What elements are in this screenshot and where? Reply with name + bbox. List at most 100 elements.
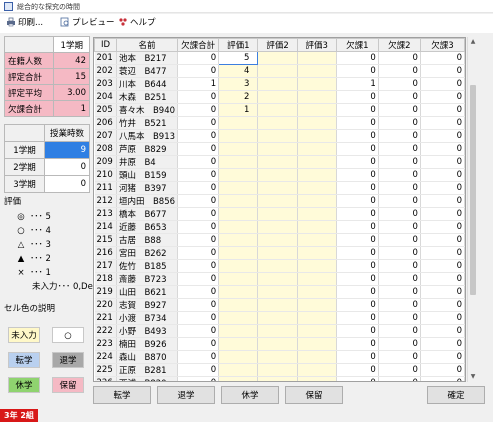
confirm-button[interactable]: 確定 xyxy=(427,386,485,404)
eval3-cell[interactable] xyxy=(297,155,337,169)
table-row[interactable]: 225 正原 B281 0 0 0 0 xyxy=(94,363,465,377)
print-menu-item[interactable]: 印刷... xyxy=(6,17,43,30)
eval1-cell[interactable] xyxy=(218,363,259,377)
eval3-cell[interactable] xyxy=(297,77,337,91)
table-row[interactable]: 214 近藤 B653 0 0 0 0 xyxy=(94,220,465,234)
eval3-cell[interactable] xyxy=(297,233,337,247)
eval2-cell[interactable] xyxy=(257,246,298,260)
table-row[interactable]: 215 古居 B88 0 0 0 0 xyxy=(94,233,465,247)
scrollbar-thumb[interactable] xyxy=(470,85,476,295)
term-hours-cell[interactable]: 9 xyxy=(44,141,90,159)
column-header[interactable]: 評価1 xyxy=(218,38,259,52)
eval3-cell[interactable] xyxy=(297,168,337,182)
table-row[interactable]: 223 楠田 B926 0 0 0 0 xyxy=(94,337,465,351)
term-hours-cell[interactable]: 0 xyxy=(44,175,90,193)
table-row[interactable]: 220 志賀 B927 0 0 0 0 xyxy=(94,298,465,312)
column-header[interactable]: ID xyxy=(94,38,117,52)
term-hours-cell[interactable]: 0 xyxy=(44,158,90,176)
eval1-cell[interactable] xyxy=(218,259,259,273)
table-row[interactable]: 201 池本 B217 0 5 0 0 0 xyxy=(94,51,465,65)
eval1-cell[interactable] xyxy=(218,272,259,286)
eval1-cell[interactable] xyxy=(218,220,259,234)
eval2-cell[interactable] xyxy=(257,350,298,364)
eval2-cell[interactable] xyxy=(257,207,298,221)
eval2-cell[interactable] xyxy=(257,90,298,104)
column-header[interactable]: 欠課3 xyxy=(419,38,465,52)
eval1-cell[interactable]: 4 xyxy=(218,64,259,78)
eval3-cell[interactable] xyxy=(297,51,337,65)
table-row[interactable]: 210 頭山 B159 0 0 0 0 xyxy=(94,168,465,182)
eval3-cell[interactable] xyxy=(297,259,337,273)
eval3-cell[interactable] xyxy=(297,298,337,312)
eval3-cell[interactable] xyxy=(297,324,337,338)
column-header[interactable]: 評価2 xyxy=(257,38,298,52)
table-row[interactable]: 222 小野 B493 0 0 0 0 xyxy=(94,324,465,338)
scroll-up-icon[interactable]: ▲ xyxy=(469,38,477,46)
eval3-cell[interactable] xyxy=(297,337,337,351)
column-header[interactable]: 欠課1 xyxy=(335,38,379,52)
eval2-cell[interactable] xyxy=(257,285,298,299)
eval2-cell[interactable] xyxy=(257,142,298,156)
eval3-cell[interactable] xyxy=(297,220,337,234)
eval3-cell[interactable] xyxy=(297,90,337,104)
eval1-cell[interactable] xyxy=(218,324,259,338)
eval1-cell[interactable] xyxy=(218,155,259,169)
eval2-cell[interactable] xyxy=(257,259,298,273)
eval1-cell[interactable] xyxy=(218,207,259,221)
leave-button[interactable]: 休学 xyxy=(221,386,279,404)
eval1-cell[interactable] xyxy=(218,233,259,247)
eval1-cell[interactable] xyxy=(218,376,259,381)
eval1-cell[interactable] xyxy=(218,194,259,208)
eval2-cell[interactable] xyxy=(257,363,298,377)
eval2-cell[interactable] xyxy=(257,324,298,338)
eval1-cell[interactable] xyxy=(218,337,259,351)
eval2-cell[interactable] xyxy=(257,298,298,312)
eval3-cell[interactable] xyxy=(297,363,337,377)
eval3-cell[interactable] xyxy=(297,116,337,130)
table-row[interactable]: 218 斎藤 B723 0 0 0 0 xyxy=(94,272,465,286)
eval2-cell[interactable] xyxy=(257,337,298,351)
table-row[interactable]: 216 宮田 B262 0 0 0 0 xyxy=(94,246,465,260)
eval2-cell[interactable] xyxy=(257,194,298,208)
table-row[interactable]: 207 八馬本 B913 0 0 0 0 xyxy=(94,129,465,143)
student-grid[interactable]: ID 名前 欠課合計 評価1 評価2 評価3 欠課1 欠課2 欠課3 201 池本 B217 0 5 0… xyxy=(93,37,466,382)
table-row[interactable]: 208 芦原 B829 0 0 0 0 xyxy=(94,142,465,156)
eval3-cell[interactable] xyxy=(297,311,337,325)
eval2-cell[interactable] xyxy=(257,376,298,381)
eval3-cell[interactable] xyxy=(297,129,337,143)
eval1-cell[interactable] xyxy=(218,129,259,143)
eval1-cell[interactable] xyxy=(218,285,259,299)
table-row[interactable]: 204 木森 B251 0 2 0 0 0 xyxy=(94,90,465,104)
eval1-cell[interactable] xyxy=(218,181,259,195)
preview-menu-item[interactable]: プレビュー xyxy=(60,17,115,30)
eval3-cell[interactable] xyxy=(297,350,337,364)
eval3-cell[interactable] xyxy=(297,246,337,260)
eval1-cell[interactable] xyxy=(218,350,259,364)
column-header[interactable]: 名前 xyxy=(115,38,179,52)
eval2-cell[interactable] xyxy=(257,233,298,247)
eval3-cell[interactable] xyxy=(297,181,337,195)
vertical-scrollbar[interactable]: ▲ ▼ xyxy=(467,37,477,382)
eval3-cell[interactable] xyxy=(297,207,337,221)
table-row[interactable]: 219 山田 B621 0 0 0 0 xyxy=(94,285,465,299)
eval3-cell[interactable] xyxy=(297,272,337,286)
eval2-cell[interactable] xyxy=(257,64,298,78)
eval2-cell[interactable] xyxy=(257,77,298,91)
eval3-cell[interactable] xyxy=(297,64,337,78)
table-row[interactable]: 224 森山 B870 0 0 0 0 xyxy=(94,350,465,364)
table-row[interactable]: 221 小渡 B734 0 0 0 0 xyxy=(94,311,465,325)
eval2-cell[interactable] xyxy=(257,103,298,117)
eval2-cell[interactable] xyxy=(257,155,298,169)
column-header[interactable]: 評価3 xyxy=(296,38,337,52)
hold-button[interactable]: 保留 xyxy=(285,386,343,404)
eval1-cell[interactable]: 3 xyxy=(218,77,259,91)
eval1-cell[interactable] xyxy=(218,116,259,130)
eval2-cell[interactable] xyxy=(257,220,298,234)
eval2-cell[interactable] xyxy=(257,129,298,143)
eval2-cell[interactable] xyxy=(257,181,298,195)
table-row[interactable]: 209 井原 B4 0 0 0 0 xyxy=(94,155,465,169)
eval1-cell[interactable] xyxy=(218,311,259,325)
table-row[interactable]: 211 河猪 B397 0 0 0 0 xyxy=(94,181,465,195)
eval2-cell[interactable] xyxy=(257,272,298,286)
eval1-cell[interactable] xyxy=(218,142,259,156)
